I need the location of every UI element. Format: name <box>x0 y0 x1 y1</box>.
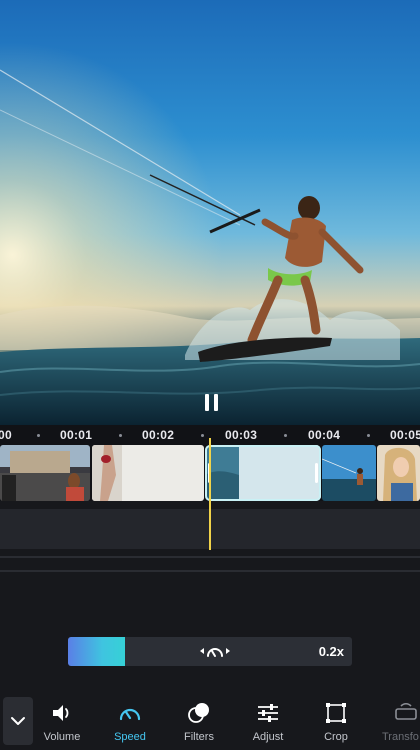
tool-label: Filters <box>184 731 214 743</box>
tick-dot <box>284 434 287 437</box>
transform-icon <box>395 702 417 720</box>
adjust-icon <box>258 704 278 722</box>
playhead[interactable] <box>209 438 211 550</box>
time-tick: 00:01 <box>60 428 93 442</box>
trim-handle-right[interactable] <box>315 463 318 483</box>
track-divider <box>0 556 420 558</box>
filters-icon <box>188 703 209 723</box>
track-divider <box>0 570 420 572</box>
tool-speed[interactable]: Speed <box>95 701 165 743</box>
pause-icon <box>204 393 209 411</box>
speed-slider-fill <box>68 637 125 666</box>
clip-kitesurfer[interactable] <box>322 445 376 501</box>
time-tick: 00 <box>0 428 12 442</box>
tick-dot <box>201 434 204 437</box>
pause-button[interactable] <box>197 388 225 416</box>
volume-icon <box>53 705 69 721</box>
tool-filters[interactable]: Filters <box>164 701 234 743</box>
time-tick: 00:02 <box>142 428 175 442</box>
clip-fashion-model[interactable] <box>92 445 204 501</box>
pause-icon-bar <box>213 393 218 411</box>
speed-icon <box>119 708 141 721</box>
tool-transform[interactable]: Transfo <box>370 701 420 743</box>
video-preview[interactable] <box>0 0 420 425</box>
bottom-toolbar: Volume Speed Filters Adjust Crop Transfo <box>0 695 420 750</box>
tick-dot <box>367 434 370 437</box>
crop-icon <box>326 703 346 723</box>
chevron-down-icon <box>11 717 25 725</box>
tool-label: Crop <box>324 731 348 743</box>
tool-label: Adjust <box>252 731 284 743</box>
clip-blonde-woman[interactable] <box>377 445 420 501</box>
tool-label: Volume <box>43 731 81 743</box>
tick-dot <box>119 434 122 437</box>
tool-volume[interactable]: Volume <box>27 701 97 743</box>
clip-ocean-waves-selected[interactable] <box>205 445 321 501</box>
clip-tourist-street[interactable] <box>0 445 90 501</box>
tick-dot <box>37 434 40 437</box>
kitesurfer-scene <box>0 0 420 425</box>
speedometer-icon <box>200 648 230 657</box>
tool-adjust[interactable]: Adjust <box>233 701 303 743</box>
tool-label: Speed <box>114 731 146 743</box>
time-tick: 00:03 <box>225 428 258 442</box>
time-tick: 00:04 <box>308 428 341 442</box>
time-tick: 00:05 <box>390 428 420 442</box>
speed-value: 0.2x <box>318 644 344 659</box>
tool-label: Transfo <box>382 731 419 743</box>
tool-crop[interactable]: Crop <box>301 701 371 743</box>
